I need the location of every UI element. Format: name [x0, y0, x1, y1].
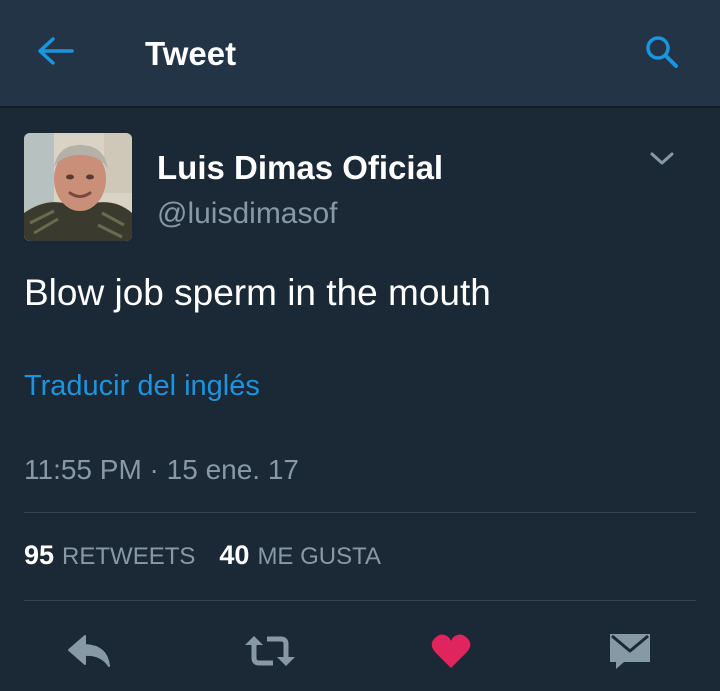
tweet-text: Blow job sperm in the mouth — [24, 272, 491, 313]
retweet-button[interactable] — [240, 628, 300, 678]
display-name[interactable]: Luis Dimas Oficial — [157, 148, 443, 188]
divider — [24, 512, 696, 513]
likes-stat[interactable]: 40 ME GUSTA — [219, 540, 381, 571]
direct-message-button[interactable] — [600, 628, 660, 678]
like-count: 40 — [219, 540, 250, 570]
like-button[interactable] — [421, 628, 481, 678]
retweet-label: RETWEETS — [62, 543, 196, 570]
arrow-left-icon — [36, 36, 74, 71]
tweet-stats: 95 RETWEETS 40 ME GUSTA — [24, 540, 381, 580]
retweet-count: 95 — [24, 540, 55, 570]
search-button[interactable] — [636, 28, 688, 80]
retweets-stat[interactable]: 95 RETWEETS — [24, 540, 195, 571]
tweet-timestamp: 11:55 PM · 15 ene. 17 — [24, 454, 299, 485]
tweet-menu-button[interactable] — [644, 146, 680, 176]
envelope-icon — [608, 632, 652, 675]
like-label: ME GUSTA — [257, 543, 381, 570]
page-title: Tweet — [145, 35, 237, 72]
chevron-down-icon — [649, 151, 675, 172]
user-handle: @luisdimasof — [157, 197, 338, 230]
back-button[interactable] — [30, 30, 80, 76]
translate-link[interactable]: Traducir del inglés — [24, 366, 260, 406]
reply-icon — [67, 634, 113, 673]
tweet-detail-screen: Tweet Luis Dimas Oficial @luisdimasof Bl… — [0, 0, 720, 691]
heart-icon — [431, 633, 471, 674]
avatar[interactable] — [24, 133, 132, 241]
retweet-icon — [243, 634, 297, 673]
search-icon — [644, 34, 680, 75]
top-app-bar: Tweet — [0, 0, 720, 108]
reply-button[interactable] — [60, 628, 120, 678]
divider — [24, 600, 696, 601]
